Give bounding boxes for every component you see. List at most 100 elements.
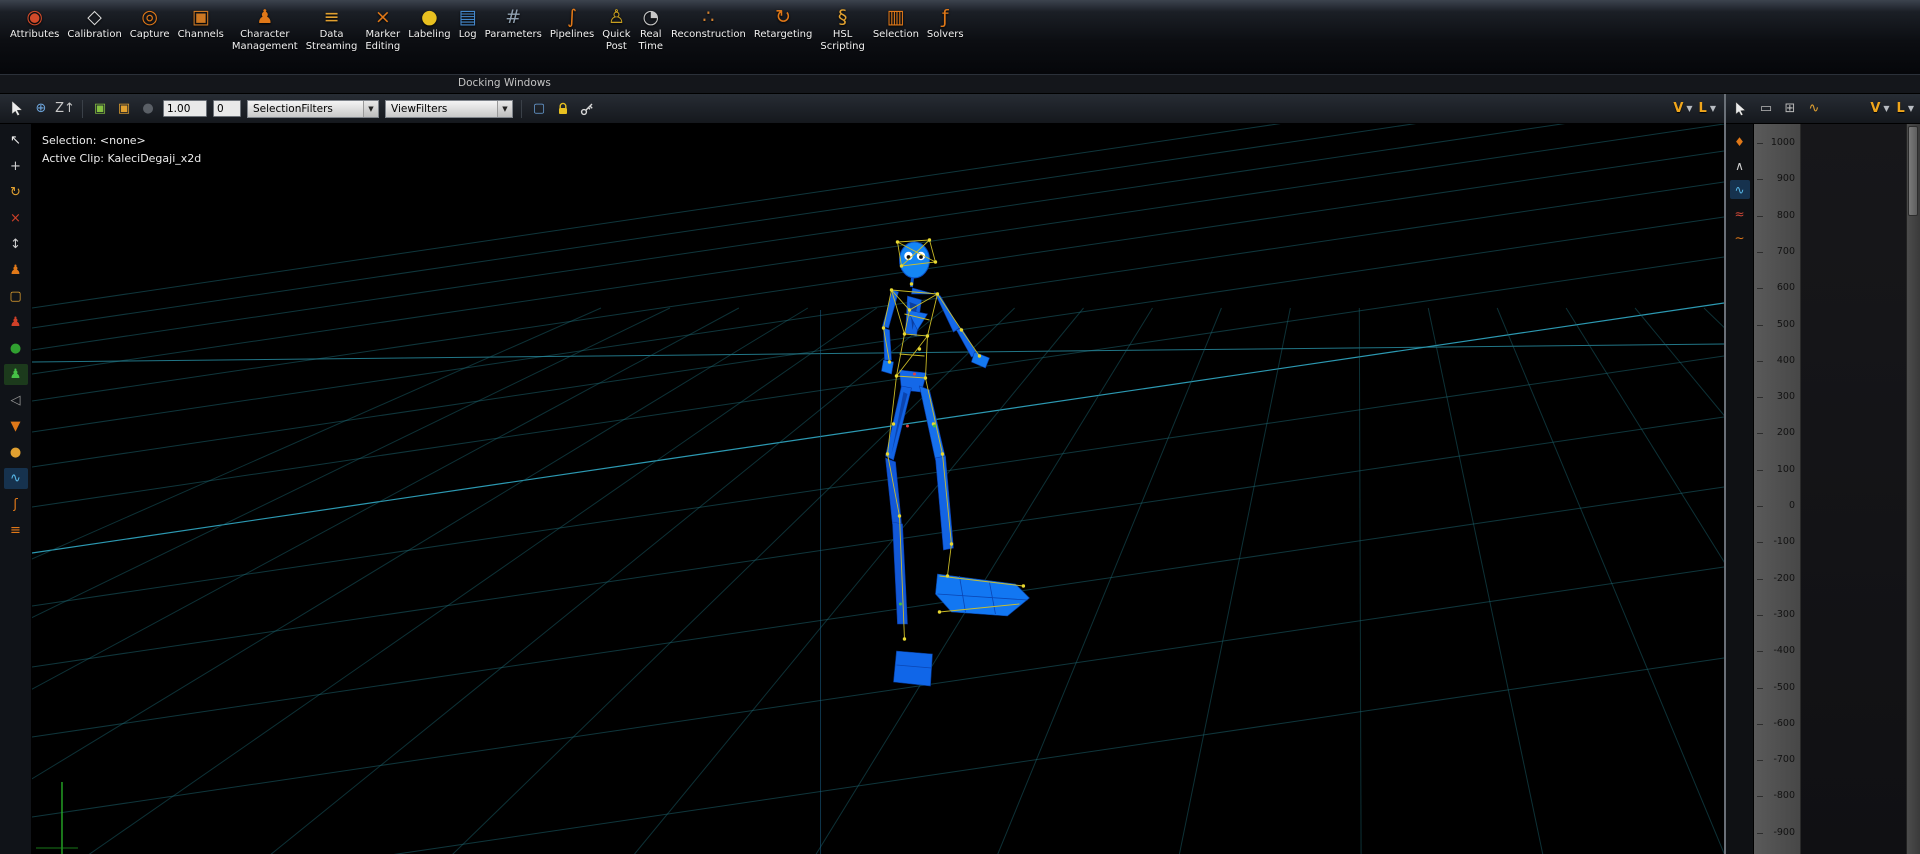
- ribbon-tab-label: Marker Editing: [365, 29, 401, 52]
- peak-icon[interactable]: ∧: [1730, 156, 1750, 175]
- ribbon-tab-label: Selection: [872, 29, 919, 40]
- ribbon-tab[interactable]: ƒ Solvers: [923, 3, 968, 42]
- chevron-down-icon: ▼: [1686, 104, 1693, 113]
- marker-tool[interactable]: ●: [4, 442, 28, 463]
- ribbon-tab[interactable]: ♙ Quick Post: [598, 3, 634, 54]
- curve-icon[interactable]: ∿: [1729, 180, 1750, 199]
- solvers-icon: ƒ: [941, 5, 949, 28]
- ribbon-tab-label: Calibration: [67, 29, 122, 40]
- active-clip-label: Active Clip: KaleciDegaji_x2d: [42, 152, 202, 165]
- graph-panel: ▭ ⊞ ∿ V ▼ L ▼ ♦ ∧ ∿ ≈ ∼ 1000 900 800 700…: [1726, 94, 1920, 854]
- ribbon-tab[interactable]: ↻ Retargeting: [750, 3, 817, 42]
- real-time-icon: ◔: [642, 5, 660, 28]
- axis-icon[interactable]: ⊕: [32, 100, 50, 118]
- 3d-viewport[interactable]: Selection: <none> Active Clip: KaleciDeg…: [32, 124, 1724, 854]
- fit-view-icon[interactable]: ⊞: [1781, 100, 1799, 118]
- ribbon-tab[interactable]: ● Labeling: [404, 3, 454, 42]
- wave-icon[interactable]: ∼: [1730, 228, 1750, 247]
- cone-tool[interactable]: ◁: [4, 390, 28, 411]
- duplicate-special-icon[interactable]: ▣: [115, 100, 133, 118]
- graph-scrollbar[interactable]: [1906, 124, 1920, 854]
- pointer-icon[interactable]: [8, 100, 26, 118]
- ribbon-tab[interactable]: ▤ Log: [455, 3, 481, 42]
- ribbon-tab[interactable]: # Parameters: [481, 3, 546, 42]
- workspace: ⊕ Z↑ ▣ ▣ ● SelectionFilters ▼ ViewFilters ▼: [0, 94, 1920, 854]
- scrollbar-thumb[interactable]: [1908, 126, 1918, 216]
- skeleton-tool[interactable]: ♟: [3, 364, 28, 385]
- ribbon-tab[interactable]: ◎ Capture: [126, 3, 174, 42]
- marquee-icon[interactable]: ▢: [530, 100, 548, 118]
- actor-tool[interactable]: ♟: [4, 312, 28, 333]
- ruler-tick: 0: [1754, 500, 1800, 512]
- duplicate-icon[interactable]: ▣: [91, 100, 109, 118]
- pane-icon[interactable]: ▭: [1757, 100, 1775, 118]
- selection-filters-dropdown[interactable]: SelectionFilters ▼: [247, 99, 379, 118]
- ribbon-tab[interactable]: § HSL Scripting: [816, 3, 868, 54]
- ribbon-tab-label: Attributes: [10, 29, 60, 40]
- graph-view-menu-button[interactable]: V ▼: [1870, 101, 1889, 116]
- ribbon-tab[interactable]: ▣ Channels: [174, 3, 228, 42]
- selection-filters-value: SelectionFilters: [253, 102, 333, 115]
- flame-icon[interactable]: ♦: [1730, 132, 1750, 151]
- select-arrow-tool[interactable]: ↖: [4, 130, 28, 151]
- hook-tool[interactable]: ʃ: [4, 494, 28, 515]
- ruler-tick: 400: [1754, 355, 1800, 367]
- sphere-icon[interactable]: ●: [139, 100, 157, 118]
- pivot-tool[interactable]: ↕: [4, 234, 28, 255]
- ribbon-tab[interactable]: ≡ Data Streaming: [302, 3, 362, 54]
- translate-tool[interactable]: +: [4, 156, 28, 177]
- ruler-tick: -900: [1754, 827, 1800, 839]
- viewport-overlay: Selection: <none> Active Clip: KaleciDeg…: [42, 132, 201, 168]
- viewport-pane: ⊕ Z↑ ▣ ▣ ● SelectionFilters ▼ ViewFilters ▼: [0, 94, 1726, 854]
- rotate-tool[interactable]: ↻: [4, 182, 28, 203]
- view-filters-dropdown[interactable]: ViewFilters ▼: [385, 99, 513, 118]
- frame-input[interactable]: [213, 100, 241, 117]
- ribbon-tab-label: Data Streaming: [305, 29, 358, 52]
- curve-tool[interactable]: ∿: [3, 468, 28, 489]
- character-tool[interactable]: ♟: [4, 260, 28, 281]
- layout-menu-button[interactable]: L ▼: [1699, 101, 1716, 116]
- channels-icon: ▣: [191, 5, 210, 28]
- ribbon-tab[interactable]: × Marker Editing: [361, 3, 404, 54]
- ruler-tick: -400: [1754, 645, 1800, 657]
- chevron-down-icon: ▼: [363, 100, 378, 117]
- ruler-tick: 700: [1754, 246, 1800, 258]
- chevron-down-icon: ▼: [1883, 104, 1890, 113]
- ribbon-tab[interactable]: ∴ Reconstruction: [667, 3, 750, 42]
- ribbon-tab-label: HSL Scripting: [820, 29, 865, 52]
- ribbon-tab[interactable]: ◉ Attributes: [6, 3, 63, 42]
- curve-mode-icon[interactable]: ∿: [1805, 100, 1823, 118]
- key-icon[interactable]: [578, 100, 596, 118]
- lock-icon[interactable]: [554, 100, 572, 118]
- curves-icon[interactable]: ≈: [1730, 204, 1750, 223]
- view-menu-button[interactable]: V ▼: [1673, 101, 1692, 116]
- value-ruler[interactable]: 1000 900 800 700 600 500 400 300 200 100…: [1754, 124, 1801, 854]
- chevron-down-icon: ▼: [497, 100, 512, 117]
- sort-z-icon[interactable]: Z↑: [55, 100, 75, 118]
- graph-side-tools: ♦ ∧ ∿ ≈ ∼: [1726, 124, 1754, 854]
- pointer-icon[interactable]: [1732, 100, 1750, 118]
- character-figure[interactable]: [32, 124, 1724, 854]
- scale-input[interactable]: [163, 100, 207, 117]
- ribbon-tab[interactable]: ♟ Character Management: [228, 3, 302, 54]
- graph-layout-menu-button[interactable]: L ▼: [1897, 101, 1914, 116]
- reconstruction-icon: ∴: [702, 5, 715, 28]
- ribbon-tab[interactable]: ▥ Selection: [869, 3, 923, 42]
- parameters-icon: #: [505, 5, 522, 28]
- cube-tool[interactable]: ▢: [4, 286, 28, 307]
- ruler-tick: 500: [1754, 319, 1800, 331]
- ribbon-tab[interactable]: ◔ Real Time: [635, 3, 667, 54]
- data-streaming-icon: ≡: [323, 5, 340, 28]
- sphere-tool[interactable]: ●: [4, 338, 28, 359]
- viewport-toolbar: ⊕ Z↑ ▣ ▣ ● SelectionFilters ▼ ViewFilters ▼: [0, 94, 1724, 124]
- ribbon-tab-label: Capture: [129, 29, 170, 40]
- ribbon-tab[interactable]: ◇ Calibration: [63, 3, 125, 42]
- scale-tool[interactable]: ×: [4, 208, 28, 229]
- ruler-tick: -800: [1754, 790, 1800, 802]
- bone-tool[interactable]: ▼: [4, 416, 28, 437]
- marker-editing-icon: ×: [374, 5, 391, 28]
- graph-canvas[interactable]: [1801, 124, 1906, 854]
- ribbon-tab[interactable]: ∫ Pipelines: [546, 3, 598, 42]
- list-tool[interactable]: ≡: [4, 520, 28, 541]
- ruler-tick: 900: [1754, 173, 1800, 185]
